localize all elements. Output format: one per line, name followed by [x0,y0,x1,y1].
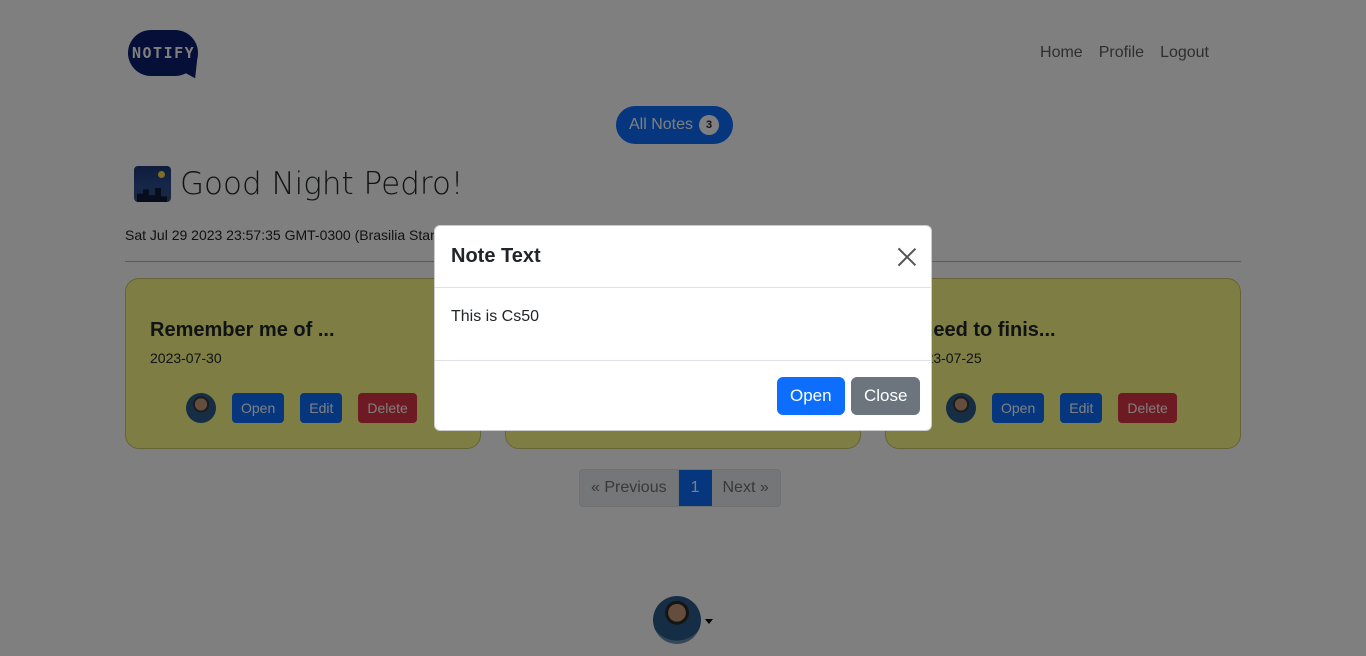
note-modal: Note Text This is Cs50 Open Close [434,225,932,431]
modal-close-button[interactable]: Close [851,377,921,415]
modal-open-button[interactable]: Open [777,377,845,415]
modal-header: Note Text [435,226,931,288]
modal-body: This is Cs50 [435,288,931,361]
page: NOTIFY Home Profile Logout All Notes 3 G… [0,0,1366,656]
modal-footer: Open Close [435,361,931,431]
note-text: This is Cs50 [451,308,540,325]
close-icon[interactable] [897,247,917,267]
modal-title: Note Text [451,245,541,267]
